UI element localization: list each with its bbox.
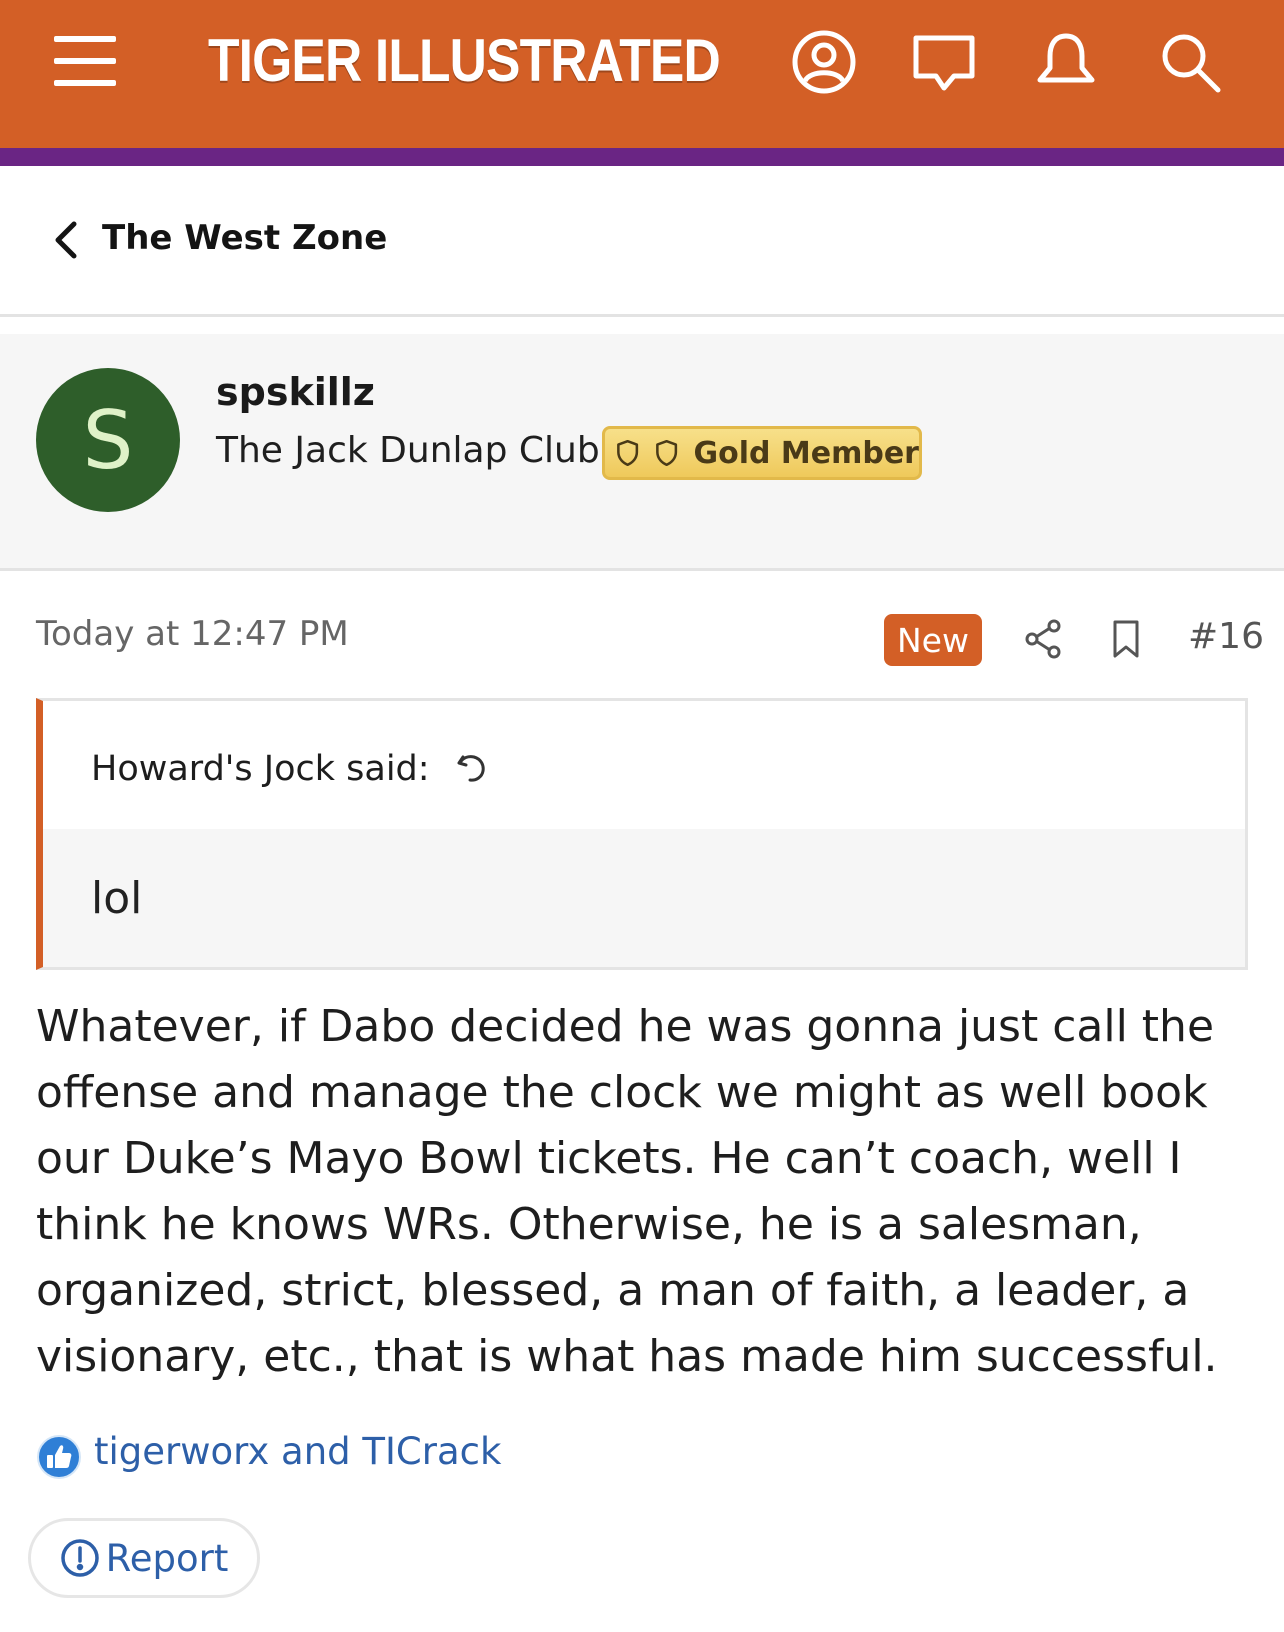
account-icon[interactable] <box>790 28 858 96</box>
username-link[interactable]: spskillz <box>216 370 375 414</box>
gold-member-badge: Gold Member <box>602 426 922 480</box>
menu-icon[interactable] <box>54 36 116 86</box>
bookmark-icon[interactable] <box>1104 616 1148 662</box>
breadcrumb-forum-link[interactable]: The West Zone <box>102 218 387 258</box>
quote-text: lol <box>91 873 143 924</box>
reactions-list-link[interactable]: tigerworx and TICrack <box>94 1430 501 1473</box>
like-icon[interactable] <box>36 1434 82 1480</box>
shield-icon <box>617 439 639 467</box>
avatar[interactable]: S <box>36 368 180 512</box>
user-title: The Jack Dunlap Club <box>216 430 600 471</box>
share-icon[interactable] <box>1022 616 1066 662</box>
post-timestamp[interactable]: Today at 12:47 PM <box>36 614 349 654</box>
post-body-line: think he knows WRs. Otherwise, he is a s… <box>36 1199 1142 1250</box>
new-badge: New <box>884 614 982 666</box>
report-label: Report <box>105 1536 229 1580</box>
post-body-line: Whatever, if Dabo decided he was gonna j… <box>36 1001 1215 1052</box>
quote-header: Howard's Jock said: <box>43 701 1245 829</box>
shield-icon <box>656 439 678 467</box>
post-body-line: organized, strict, blessed, a man of fai… <box>36 1265 1190 1316</box>
chevron-left-icon[interactable] <box>50 220 80 260</box>
top-navigation-bar: TIGER ILLUSTRATED <box>0 0 1284 148</box>
jump-to-quote-icon[interactable] <box>455 751 489 785</box>
badge-label: Gold Member <box>693 435 919 471</box>
messages-icon[interactable] <box>910 28 978 96</box>
alert-circle-icon <box>60 1539 99 1577</box>
post-body-line: our Duke’s Mayo Bowl tickets. He can’t c… <box>36 1133 1182 1184</box>
post-number-link[interactable]: #16 <box>1188 616 1264 657</box>
site-logo[interactable]: TIGER ILLUSTRATED <box>208 26 721 95</box>
quote-block: Howard's Jock said: lol <box>36 698 1248 970</box>
post-body-line: visionary, etc., that is what has made h… <box>36 1331 1218 1382</box>
post-body-line: offense and manage the clock we might as… <box>36 1067 1208 1118</box>
header-accent-stripe <box>0 148 1284 166</box>
report-button[interactable]: Report <box>28 1518 260 1598</box>
post-body: Whatever, if Dabo decided he was gonna j… <box>36 994 1256 1390</box>
quote-content: lol <box>43 829 1245 967</box>
search-icon[interactable] <box>1156 28 1224 96</box>
alerts-icon[interactable] <box>1032 28 1100 96</box>
quote-author[interactable]: Howard's Jock said: <box>91 749 430 789</box>
user-card: S spskillz The Jack Dunlap Club Gold Mem… <box>0 334 1284 571</box>
breadcrumb: The West Zone <box>0 166 1284 317</box>
